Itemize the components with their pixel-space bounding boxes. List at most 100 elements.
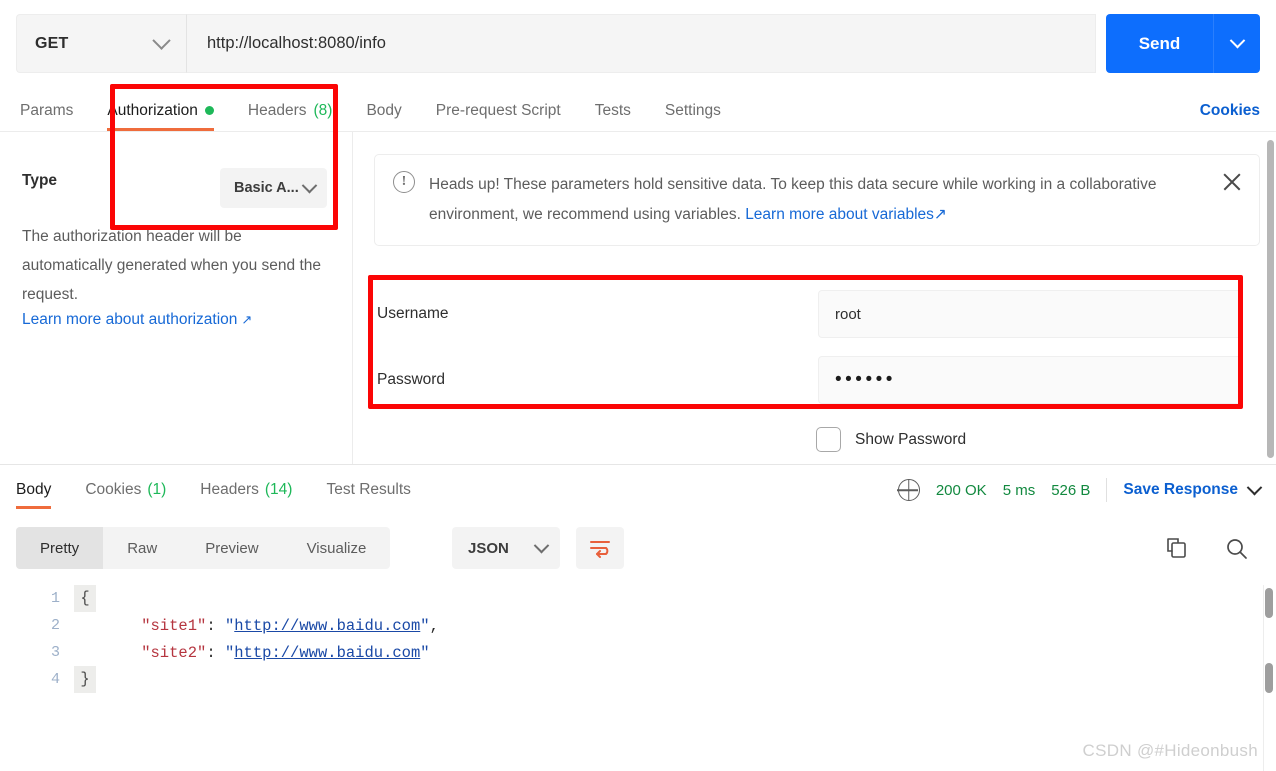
password-label: Password — [377, 371, 446, 388]
token-str: " — [224, 643, 235, 662]
format-tab-pretty[interactable]: Pretty — [16, 527, 104, 569]
copy-button[interactable] — [1164, 536, 1190, 562]
auth-description: The authorization header will be automat… — [22, 228, 322, 303]
code-fold-marker[interactable]: } — [74, 666, 96, 693]
chevron-down-icon — [152, 31, 171, 50]
response-time: 5 ms — [1002, 481, 1036, 499]
request-panel-scrollbar[interactable] — [1267, 140, 1274, 458]
cookies-link[interactable]: Cookies — [1200, 90, 1260, 131]
code-line: 1{ — [0, 585, 1276, 612]
response-tab-test-results-label: Test Results — [326, 480, 411, 498]
search-button[interactable] — [1224, 536, 1250, 562]
request-url-input[interactable]: http://localhost:8080/info — [186, 14, 1096, 73]
response-tab-cookies-count: (1) — [147, 480, 167, 498]
tab-authorization[interactable]: Authorization — [90, 90, 230, 131]
response-language-select[interactable]: JSON — [452, 527, 560, 569]
response-divider — [0, 464, 1276, 465]
token-pun: : — [206, 616, 225, 635]
chevron-down-icon — [1229, 32, 1245, 49]
code-text: "site1": "http://www.baidu.com", — [96, 617, 439, 635]
learn-more-variables-link[interactable]: Learn more about variables — [745, 206, 934, 223]
search-icon — [1227, 539, 1247, 559]
code-text: "site2": "http://www.baidu.com" — [96, 643, 429, 662]
table-row: Password •••••• — [374, 347, 1242, 413]
code-line: 2 "site1": "http://www.baidu.com", — [0, 612, 1276, 639]
show-password-checkbox[interactable] — [816, 427, 841, 452]
learn-more-authorization-label: Learn more about authorization — [22, 311, 238, 328]
response-meta: 200 OK 5 ms 526 B Save Response — [897, 472, 1263, 508]
external-link-icon: ↗ — [933, 206, 947, 223]
response-format-tabs: Pretty Raw Preview Visualize — [16, 527, 391, 569]
tab-pre-request-script-label: Pre-request Script — [435, 101, 561, 119]
auth-type-value: Basic A... — [234, 180, 299, 196]
tab-pre-request-script[interactable]: Pre-request Script — [419, 90, 578, 131]
username-label: Username — [377, 305, 449, 322]
token-str: " — [224, 616, 235, 635]
format-tab-visualize[interactable]: Visualize — [283, 527, 391, 569]
show-password-row: Show Password — [816, 427, 966, 452]
response-tab-headers[interactable]: Headers (14) — [183, 470, 309, 509]
response-body-scrollbar-secondary[interactable] — [1265, 663, 1273, 693]
save-response-button[interactable]: Save Response — [1123, 479, 1263, 499]
response-tab-test-results[interactable]: Test Results — [309, 470, 427, 509]
line-number: 2 — [50, 617, 60, 634]
request-url-bar: GET http://localhost:8080/info Send — [16, 14, 1260, 73]
tab-headers[interactable]: Headers (8) — [231, 90, 350, 131]
code-line: 3 "site2": "http://www.baidu.com" — [0, 639, 1276, 666]
response-tab-bar: Body Cookies (1) Headers (14) Test Resul… — [16, 470, 428, 510]
close-icon[interactable] — [1221, 171, 1243, 193]
exclamation-circle-icon: ! — [393, 171, 415, 193]
http-method-select[interactable]: GET — [16, 14, 186, 73]
response-size: 526 B — [1051, 481, 1091, 499]
response-body-scrollbar[interactable] — [1265, 588, 1273, 618]
chevron-down-icon — [533, 537, 550, 553]
copy-icon — [1167, 538, 1186, 558]
save-response-label: Save Response — [1123, 481, 1238, 498]
response-status: 200 OK — [935, 481, 987, 499]
learn-more-authorization-link[interactable]: Learn more about authorization ↗ — [22, 311, 252, 329]
tab-tests[interactable]: Tests — [578, 90, 648, 131]
watermark: CSDN @#Hideonbush — [1082, 741, 1258, 760]
request-tab-bar: Params Authorization Headers (8) Body Pr… — [0, 90, 1276, 132]
password-input[interactable]: •••••• — [818, 356, 1242, 404]
send-button[interactable]: Send — [1106, 14, 1213, 73]
wrap-lines-icon — [590, 541, 610, 558]
tab-authorization-label: Authorization — [107, 101, 198, 119]
token-url[interactable]: http://www.baidu.com — [234, 644, 420, 662]
notice-text: Heads up! These parameters hold sensitiv… — [429, 170, 1207, 230]
response-tab-body[interactable]: Body — [16, 470, 68, 509]
code-line: 4} — [0, 666, 1276, 693]
wrap-lines-button[interactable] — [576, 527, 624, 569]
send-options-button[interactable] — [1213, 14, 1260, 73]
tab-settings[interactable]: Settings — [648, 90, 738, 131]
tab-params-label: Params — [20, 101, 74, 119]
auth-type-label: Type — [22, 172, 58, 189]
response-tab-headers-count: (14) — [264, 480, 293, 498]
tab-headers-label: Headers — [247, 101, 307, 119]
globe-icon — [897, 479, 920, 501]
format-tab-preview[interactable]: Preview — [181, 527, 282, 569]
response-tab-cookies[interactable]: Cookies (1) — [68, 470, 183, 509]
line-number: 4 — [50, 671, 60, 688]
table-row: Username root — [374, 281, 1242, 347]
green-dot-icon — [204, 106, 214, 115]
send-button-group: Send — [1106, 14, 1260, 73]
divider — [1106, 478, 1108, 502]
line-number: 1 — [50, 590, 60, 607]
token-key: "site2" — [104, 643, 207, 662]
token-pun: , — [429, 616, 439, 635]
token-url[interactable]: http://www.baidu.com — [234, 617, 420, 635]
username-input[interactable]: root — [818, 290, 1242, 338]
tab-headers-count: (8) — [313, 101, 333, 119]
request-url-value: http://localhost:8080/info — [207, 34, 386, 52]
token-pun: : — [206, 643, 225, 662]
auth-type-select[interactable]: Basic A... — [220, 168, 327, 208]
format-tab-raw[interactable]: Raw — [103, 527, 181, 569]
tab-body[interactable]: Body — [349, 90, 418, 131]
token-key: "site1" — [104, 616, 207, 635]
response-tab-cookies-label: Cookies — [85, 480, 142, 498]
code-fold-marker[interactable]: { — [74, 585, 96, 612]
tab-body-label: Body — [366, 101, 402, 119]
http-method-label: GET — [35, 34, 69, 52]
tab-params[interactable]: Params — [20, 90, 90, 131]
